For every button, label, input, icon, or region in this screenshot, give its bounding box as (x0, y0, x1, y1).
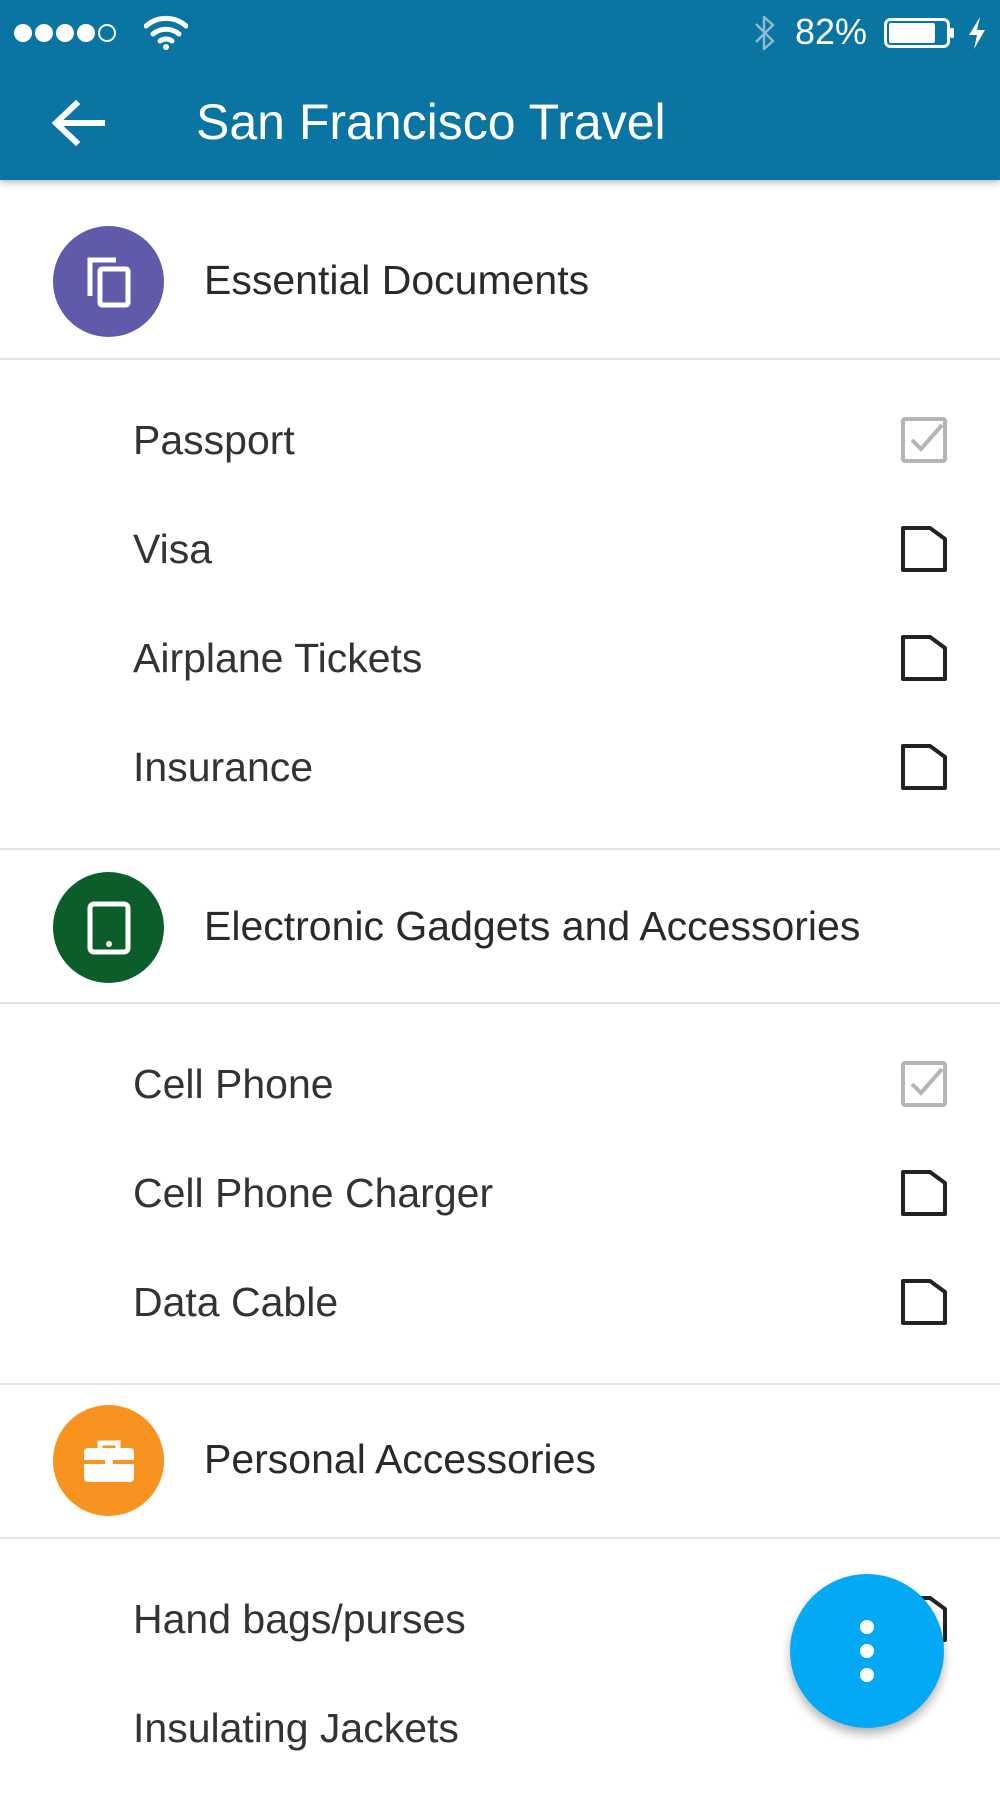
list-item[interactable]: Passport (0, 386, 1000, 495)
checkbox-unchecked[interactable] (900, 525, 948, 573)
signal-dot-empty (98, 24, 116, 42)
checkbox-unchecked[interactable] (900, 634, 948, 682)
category-title: Personal Accessories (204, 1436, 596, 1482)
signal-dot (35, 24, 53, 42)
item-label: Data Cable (133, 1279, 339, 1325)
item-label: Insurance (133, 744, 314, 790)
list-item[interactable]: Visa (0, 495, 1000, 604)
more-vertical-icon (860, 1620, 874, 1682)
category-icon-circle (53, 872, 164, 983)
checkbox-unchecked[interactable] (900, 1278, 948, 1326)
category-header[interactable]: Personal Accessories (0, 1383, 1000, 1539)
checkbox-checked[interactable] (900, 1060, 948, 1108)
item-label: Hand bags/purses (133, 1596, 466, 1642)
signal-dot (56, 24, 74, 42)
item-label: Cell Phone Charger (133, 1170, 494, 1216)
checkbox-unchecked[interactable] (900, 1169, 948, 1217)
battery-icon (884, 18, 954, 48)
signal-dot (14, 24, 32, 42)
checkbox-checked[interactable] (900, 416, 948, 464)
category-items: Passport Visa Airplane Tickets Insurance (0, 386, 1000, 848)
item-label: Insulating Jackets (133, 1705, 459, 1751)
item-label: Airplane Tickets (133, 635, 423, 681)
category-icon-circle (53, 226, 164, 337)
item-label: Passport (133, 417, 295, 463)
wifi-icon (144, 15, 188, 50)
category-items: Cell Phone Cell Phone Charger Data Cable (0, 1030, 1000, 1383)
page-title: San Francisco Travel (196, 94, 666, 150)
signal-dots-icon (14, 24, 116, 42)
arrow-left-icon (51, 99, 105, 147)
documents-copy-icon (87, 257, 130, 307)
bluetooth-icon (755, 15, 775, 51)
category-header[interactable]: Essential Documents (0, 180, 1000, 360)
tablet-icon (87, 901, 130, 954)
list-item[interactable]: Cell Phone (0, 1030, 1000, 1139)
signal-dot (77, 24, 95, 42)
app-bar: 82% San Francisco Travel (0, 0, 1000, 180)
status-bar: 82% (0, 0, 1000, 64)
briefcase-icon (83, 1440, 134, 1482)
list-item[interactable]: Data Cable (0, 1248, 1000, 1357)
category-title: Essential Documents (204, 257, 590, 303)
packing-list: Essential Documents Passport Visa Airpla… (0, 180, 1000, 1809)
battery-percent: 82% (795, 11, 868, 52)
charging-bolt-icon (969, 17, 985, 49)
category-header[interactable]: Electronic Gadgets and Accessories (0, 848, 1000, 1004)
checkbox-unchecked[interactable] (900, 743, 948, 791)
list-item[interactable]: Insurance (0, 713, 1000, 822)
category-title: Electronic Gadgets and Accessories (204, 903, 861, 949)
list-item[interactable]: Airplane Tickets (0, 604, 1000, 713)
item-label: Visa (133, 526, 213, 572)
item-label: Cell Phone (133, 1061, 334, 1107)
more-options-fab[interactable] (790, 1574, 944, 1728)
back-button[interactable] (50, 88, 130, 158)
list-item[interactable]: Cell Phone Charger (0, 1139, 1000, 1248)
category-icon-circle (53, 1405, 164, 1516)
